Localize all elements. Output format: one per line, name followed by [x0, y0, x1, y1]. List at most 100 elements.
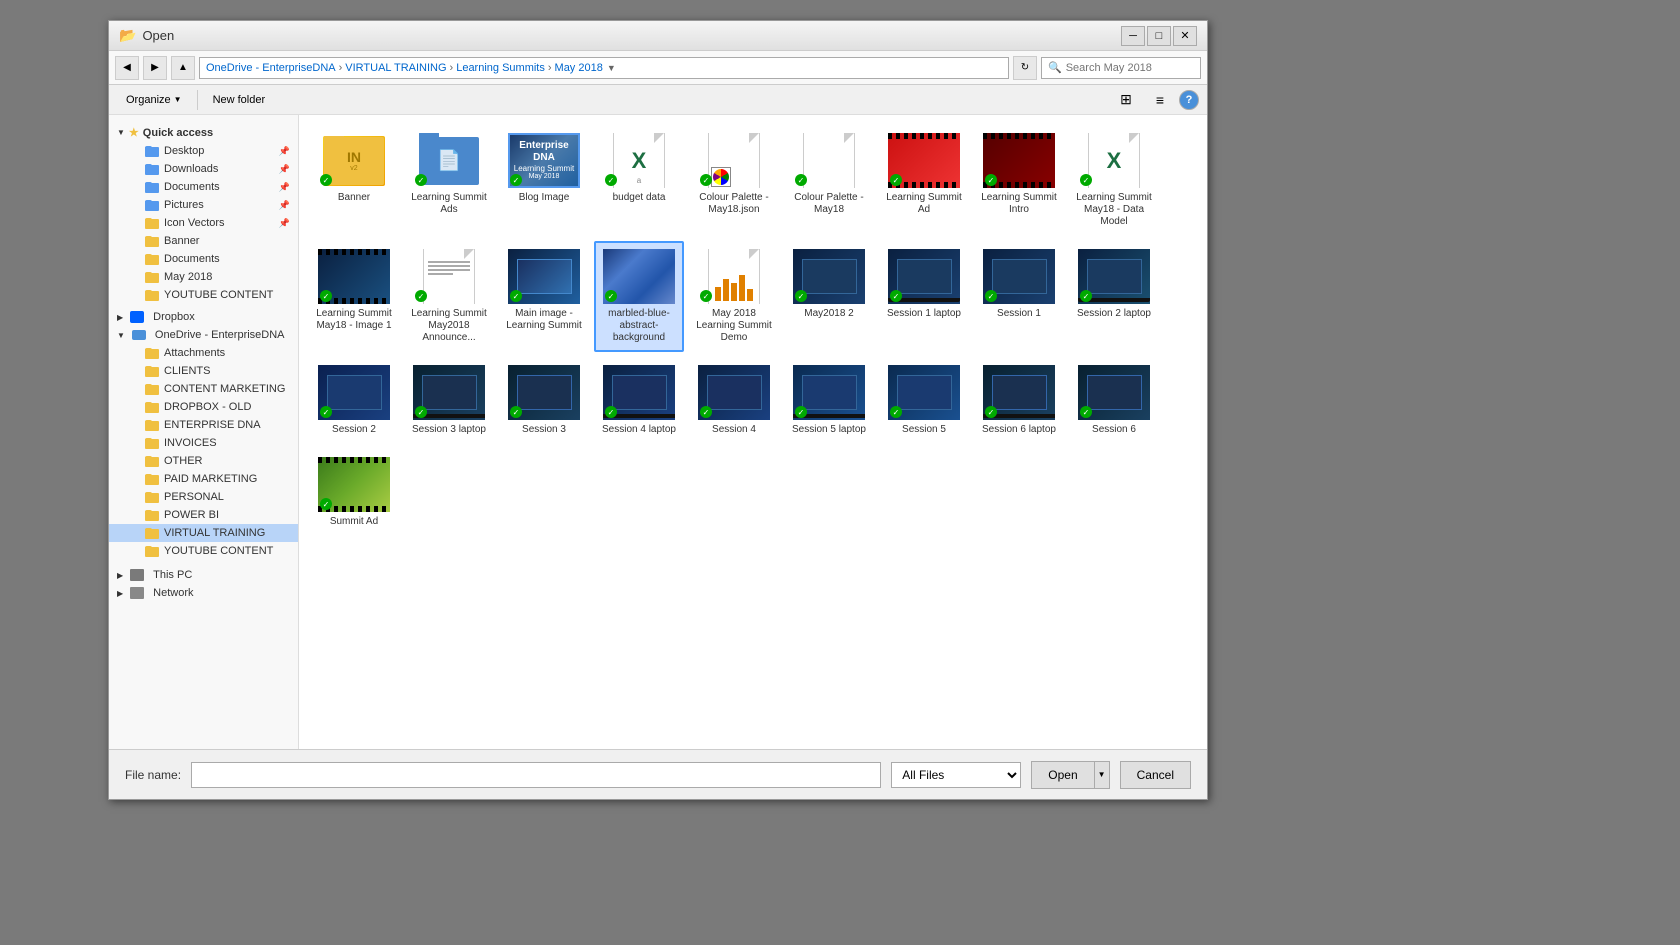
file-session1-laptop[interactable]: ✓ Session 1 laptop [879, 241, 969, 352]
forward-button[interactable]: ▶ [143, 56, 167, 80]
file-thumb-summit-ad: ✓ [318, 457, 390, 512]
sidebar-item-documents[interactable]: Documents 📌 [109, 178, 298, 196]
sidebar-item-other[interactable]: OTHER [109, 452, 298, 470]
file-session6[interactable]: ✓ Session 6 [1069, 357, 1159, 444]
sidebar-item-content-marketing[interactable]: CONTENT MARKETING [109, 380, 298, 398]
file-name-session1: Session 1 [997, 308, 1041, 320]
check-badge-marbled: ✓ [605, 290, 617, 302]
folder-icon-invoices [145, 438, 159, 449]
sidebar-item-attachments[interactable]: Attachments [109, 344, 298, 362]
address-path[interactable]: OneDrive - EnterpriseDNA › VIRTUAL TRAIN… [199, 57, 1009, 79]
sidebar-item-banner[interactable]: Banner [109, 232, 298, 250]
sidebar-group-quick-access: ▼ ★ Quick access Desktop 📌 [109, 123, 298, 304]
folder-icon-attachments [145, 348, 159, 359]
sidebar-item-youtube-content2[interactable]: YOUTUBE CONTENT [109, 542, 298, 560]
sidebar-item-desktop[interactable]: Desktop 📌 [109, 142, 298, 160]
folder-icon-banner [145, 236, 159, 247]
search-input[interactable] [1066, 62, 1186, 74]
sidebar-item-network[interactable]: ▶ Network [109, 584, 298, 602]
file-session4[interactable]: ✓ Session 4 [689, 357, 779, 444]
file-session4-laptop[interactable]: ✓ Session 4 laptop [594, 357, 684, 444]
filetype-select[interactable]: All Files [891, 762, 1021, 788]
file-thumb-may2018-2: ✓ [793, 249, 865, 304]
file-thumb-session1: ✓ [983, 249, 1055, 304]
folder-icon-enterprise-dna [145, 420, 159, 431]
file-ls-image1[interactable]: ✓ Learning Summit May18 - Image 1 [309, 241, 399, 352]
file-thumb-session2: ✓ [318, 365, 390, 420]
folder-icon-pictures [145, 200, 159, 211]
refresh-button[interactable]: ↻ [1013, 56, 1037, 80]
file-name-lsad: Learning Summit Ad [885, 192, 963, 216]
sidebar: ▼ ★ Quick access Desktop 📌 [109, 115, 299, 749]
sidebar-item-paid-marketing[interactable]: PAID MARKETING [109, 470, 298, 488]
sidebar-item-dropbox-old[interactable]: DROPBOX - OLD [109, 398, 298, 416]
sidebar-item-clients[interactable]: CLIENTS [109, 362, 298, 380]
sidebar-item-enterprise-dna[interactable]: ENTERPRISE DNA [109, 416, 298, 434]
check-badge-budget: ✓ [605, 174, 617, 186]
folder-icon-other [145, 456, 159, 467]
file-session3-laptop[interactable]: ✓ Session 3 laptop [404, 357, 494, 444]
file-session1[interactable]: ✓ Session 1 [974, 241, 1064, 352]
sidebar-item-power-bi[interactable]: POWER BI [109, 506, 298, 524]
open-button-arrow[interactable]: ▼ [1094, 761, 1110, 789]
file-session5[interactable]: ✓ Session 5 [879, 357, 969, 444]
sidebar-item-youtube-content[interactable]: YOUTUBE CONTENT [109, 286, 298, 304]
file-session6-laptop[interactable]: ✓ Session 6 laptop [974, 357, 1064, 444]
sidebar-item-downloads[interactable]: Downloads 📌 [109, 160, 298, 178]
open-button[interactable]: Open [1031, 761, 1093, 789]
sidebar-item-onedrive[interactable]: ▼ OneDrive - EnterpriseDNA [109, 326, 298, 344]
pin-icon-desktop: 📌 [279, 146, 290, 157]
file-ls-announce[interactable]: ✓ Learning Summit May2018 Announce... [404, 241, 494, 352]
file-blog-image[interactable]: Enterprise DNA Learning Summit May 2018 … [499, 125, 589, 236]
folder-icon-may2018 [145, 272, 159, 283]
view-options-button[interactable]: ⊞ [1111, 89, 1141, 111]
window-icon: 📂 [119, 27, 136, 44]
close-button[interactable]: ✕ [1173, 26, 1197, 46]
maximize-button[interactable]: □ [1147, 26, 1171, 46]
file-session2[interactable]: ✓ Session 2 [309, 357, 399, 444]
file-may2018-2[interactable]: ✓ May2018 2 [784, 241, 874, 352]
path-segment-4[interactable]: May 2018 [555, 62, 603, 74]
file-banner[interactable]: IN v2 ✓ Banner [309, 125, 399, 236]
file-session5-laptop[interactable]: ✓ Session 5 laptop [784, 357, 874, 444]
file-session3[interactable]: ✓ Session 3 [499, 357, 589, 444]
sidebar-item-dropbox[interactable]: ▶ Dropbox [109, 308, 298, 326]
file-marbled-blue[interactable]: ✓ marbled-blue-abstract-background [594, 241, 684, 352]
path-segment-3[interactable]: Learning Summits [456, 62, 545, 74]
file-summit-ad[interactable]: ✓ Summit Ad [309, 449, 399, 536]
help-button[interactable]: ? [1179, 90, 1199, 110]
organize-button[interactable]: Organize ▼ [117, 89, 191, 111]
cancel-button[interactable]: Cancel [1120, 761, 1191, 789]
sidebar-item-invoices[interactable]: INVOICES [109, 434, 298, 452]
filename-input[interactable] [191, 762, 881, 788]
file-learning-summit-ad[interactable]: ✓ Learning Summit Ad [879, 125, 969, 236]
file-colour-palette-doc[interactable]: ✓ Colour Palette - May18 [784, 125, 874, 236]
file-name-session5-laptop: Session 5 laptop [792, 424, 866, 436]
sidebar-item-documents2[interactable]: Documents [109, 250, 298, 268]
file-may2018-demo[interactable]: ✓ May 2018 Learning Summit Demo [689, 241, 779, 352]
file-colour-palette-json[interactable]: ✓ Colour Palette - May18.json [689, 125, 779, 236]
sidebar-item-may2018[interactable]: May 2018 [109, 268, 298, 286]
view-toggle-button[interactable]: ≡ [1147, 89, 1173, 111]
file-ls-data-model[interactable]: X ✓ Learning Summit May18 - Data Model [1069, 125, 1159, 236]
path-dropdown[interactable]: ▼ [607, 63, 616, 73]
path-segment-2[interactable]: VIRTUAL TRAINING [345, 62, 446, 74]
back-button[interactable]: ◀ [115, 56, 139, 80]
file-thumb-colour-palette-json: ✓ [698, 133, 770, 188]
sidebar-item-this-pc[interactable]: ▶ This PC [109, 566, 298, 584]
minimize-button[interactable]: ─ [1121, 26, 1145, 46]
file-budget-data[interactable]: X a ✓ budget data [594, 125, 684, 236]
sidebar-item-personal[interactable]: PERSONAL [109, 488, 298, 506]
file-main-image[interactable]: ✓ Main image - Learning Summit [499, 241, 589, 352]
sidebar-item-icon-vectors[interactable]: Icon Vectors 📌 [109, 214, 298, 232]
path-segment-1[interactable]: OneDrive - EnterpriseDNA [206, 62, 336, 74]
sidebar-item-virtual-training[interactable]: VIRTUAL TRAINING [109, 524, 298, 542]
quick-access-header[interactable]: ▼ ★ Quick access [109, 123, 298, 142]
file-learning-summit-ads[interactable]: 📄 ✓ Learning Summit Ads [404, 125, 494, 236]
up-button[interactable]: ▲ [171, 56, 195, 80]
sidebar-item-pictures[interactable]: Pictures 📌 [109, 196, 298, 214]
file-session2-laptop[interactable]: ✓ Session 2 laptop [1069, 241, 1159, 352]
file-learning-summit-intro[interactable]: ✓ Learning Summit Intro [974, 125, 1064, 236]
new-folder-button[interactable]: New folder [204, 89, 275, 111]
file-name-session5: Session 5 [902, 424, 946, 436]
